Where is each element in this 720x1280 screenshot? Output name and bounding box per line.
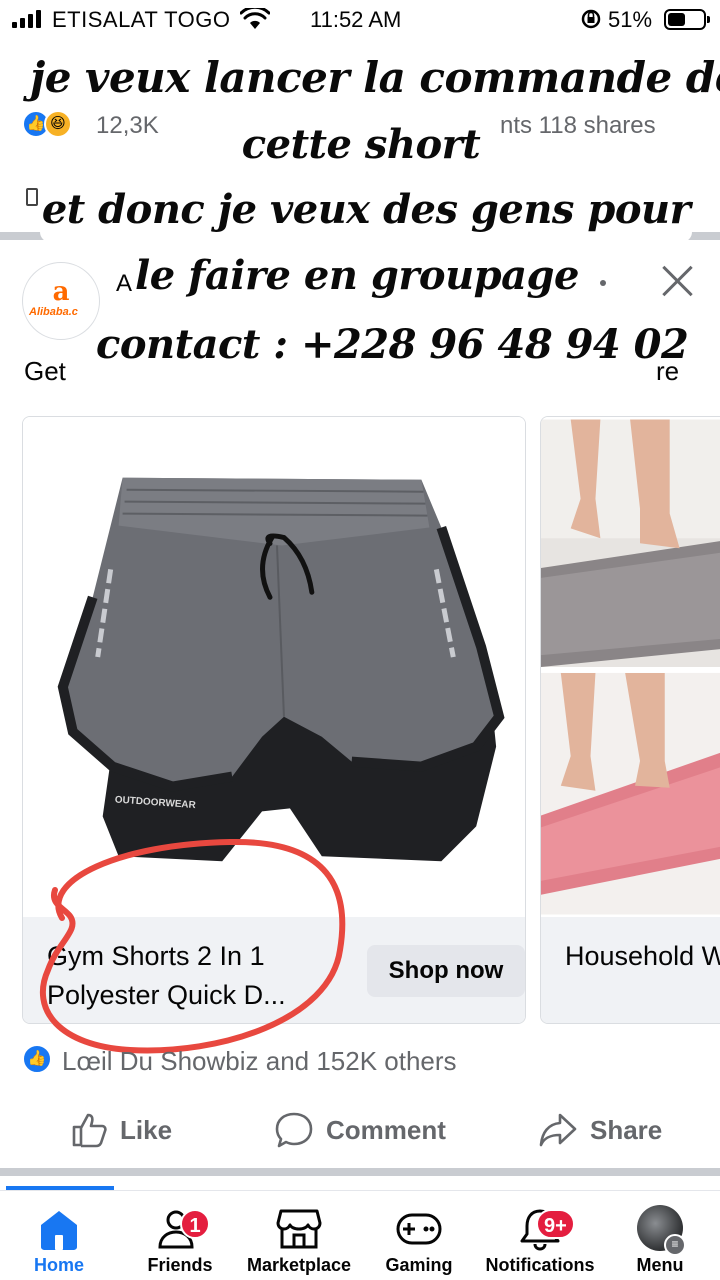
caption-line-4: le faire en groupage (134, 250, 580, 308)
share-icon (539, 1113, 577, 1147)
card-title[interactable]: Gym Shorts 2 In 1 Polyester Quick D... (47, 937, 347, 1015)
more-options-icon[interactable] (600, 280, 606, 286)
like-reaction-icon: 👍 (22, 1044, 52, 1074)
notifications-badge: 9+ (536, 1209, 575, 1239)
signal-icon (12, 10, 41, 28)
carrier-label: ETISALAT TOGO (52, 7, 231, 32)
advertiser-logo-text: Alibaba.c (29, 306, 78, 318)
like-button[interactable]: Like (70, 1100, 172, 1160)
friends-badge: 1 (180, 1209, 210, 1239)
post-divider (0, 232, 720, 240)
marketplace-icon (276, 1209, 322, 1249)
carousel-card-gym-shorts[interactable]: OUTDOORWEAR Gym Shorts 2 In 1 Polyester … (22, 416, 526, 1024)
close-icon[interactable] (660, 263, 696, 299)
nav-notifications[interactable]: 9+ Notifications (480, 1191, 600, 1280)
product-image-shorts[interactable]: OUTDOORWEAR (23, 417, 525, 917)
previous-post-reaction-count[interactable]: 12,3K (96, 112, 159, 140)
nav-marketplace[interactable]: Marketplace (240, 1191, 358, 1280)
nav-gaming[interactable]: Gaming (360, 1191, 478, 1280)
reaction-summary-text[interactable]: Lœil Du Showbiz and 152K others (62, 1046, 457, 1077)
menu-hamburger-icon: ≡ (664, 1234, 686, 1256)
wifi-icon (240, 8, 270, 29)
post-divider (0, 1168, 720, 1176)
share-button[interactable]: Share (538, 1100, 662, 1160)
previous-post-action-icon[interactable] (26, 188, 38, 206)
advertiser-avatar[interactable]: a Alibaba.c (22, 262, 100, 340)
like-label: Like (120, 1114, 173, 1145)
battery-percent: 51% (608, 7, 653, 32)
nav-menu[interactable]: Menu (602, 1191, 718, 1280)
alibaba-logo-icon: a (52, 277, 70, 307)
rotation-lock-icon (581, 9, 601, 29)
advertiser-name[interactable]: A (116, 270, 132, 298)
nav-home-label: Home (33, 1255, 84, 1275)
shop-now-button[interactable]: Shop now (367, 945, 525, 997)
ad-body-text-start: Get (24, 356, 66, 386)
active-tab-indicator (6, 1186, 114, 1190)
previous-post (0, 40, 720, 240)
thumbs-up-icon (72, 1113, 107, 1148)
notification-dot-fragment (672, 80, 706, 106)
gaming-controller-icon (396, 1213, 442, 1245)
battery-icon (664, 9, 710, 30)
comment-button[interactable]: Comment (274, 1100, 446, 1160)
status-bar: ETISALAT TOGO 11:52 AM 51% (0, 0, 720, 40)
previous-post-shares[interactable]: nts 118 shares (500, 112, 656, 140)
caption-line-5: contact : +228 96 48 94 02 (96, 318, 689, 378)
carousel-card-bath-mat[interactable]: Household W absorption (540, 416, 720, 1024)
nav-menu-label: Menu (636, 1255, 684, 1275)
nav-gaming-label: Gaming (385, 1255, 453, 1275)
previous-post-reactions[interactable]: 👍 😆 (22, 110, 72, 138)
comment-icon (275, 1112, 313, 1148)
home-icon (41, 1211, 77, 1250)
haha-reaction-icon: 😆 (44, 110, 72, 138)
share-label: Share (590, 1114, 663, 1145)
card-title[interactable]: Household W absorption (565, 937, 720, 976)
bottom-navigation: Home 1 Friends Marketplace Gaming 9+ Not… (0, 1186, 720, 1280)
post-action-bar: Like Comment Share (0, 1100, 720, 1160)
clock: 11:52 AM (310, 7, 402, 32)
battery-fill (668, 13, 686, 26)
nav-marketplace-label: Marketplace (246, 1255, 352, 1275)
product-image-bath-mats[interactable] (541, 417, 720, 917)
comment-label: Comment (326, 1114, 446, 1145)
nav-friends-label: Friends (147, 1255, 213, 1275)
nav-home[interactable]: Home (0, 1191, 118, 1280)
reaction-summary[interactable]: 👍 (22, 1044, 52, 1074)
nav-friends[interactable]: 1 Friends (122, 1191, 238, 1280)
ad-body-text-end: re (656, 356, 680, 386)
nav-notifications-label: Notifications (485, 1255, 595, 1275)
